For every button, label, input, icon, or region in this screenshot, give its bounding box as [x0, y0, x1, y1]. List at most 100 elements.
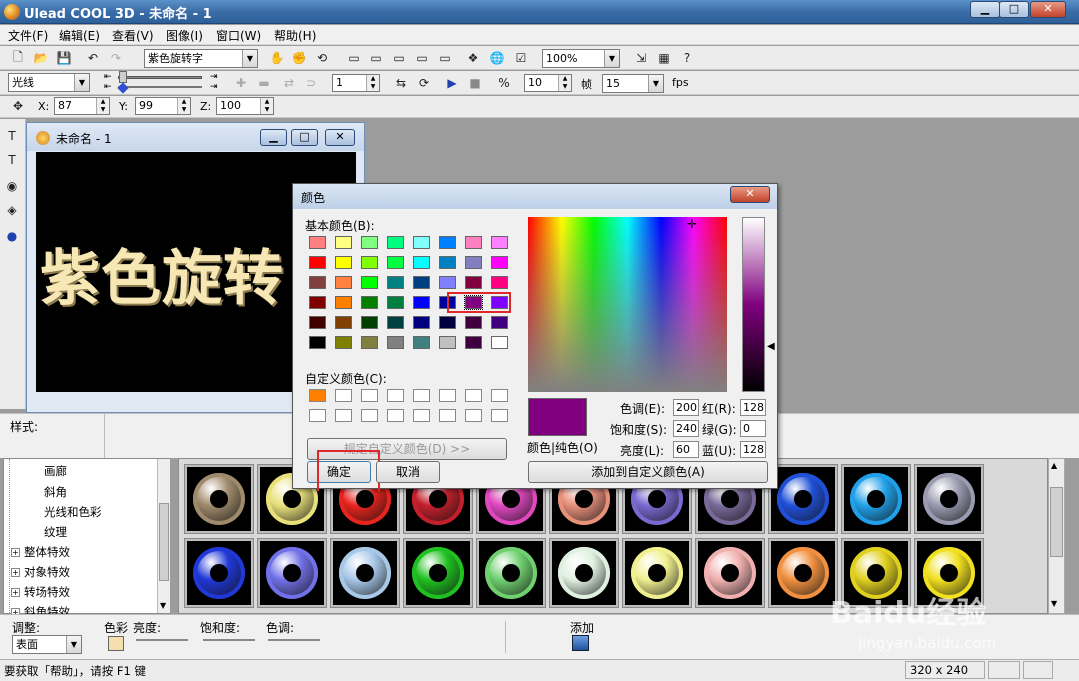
basic-color-swatch[interactable] [309, 236, 326, 249]
move-object-icon[interactable]: ✥ [9, 97, 27, 115]
basic-color-swatch[interactable] [387, 296, 404, 309]
custom-color-swatch[interactable] [361, 409, 378, 422]
export-icon[interactable]: ⇲ [632, 49, 650, 67]
save-icon[interactable]: 💾 [55, 49, 73, 67]
doc-maximize-button[interactable]: □ [291, 129, 318, 146]
basic-color-swatch[interactable] [335, 296, 352, 309]
hand-icon[interactable]: ✋ [268, 49, 286, 67]
adjust-select[interactable]: 表面 ▼ [12, 635, 82, 654]
maximize-button[interactable]: □ [999, 1, 1029, 18]
basic-color-swatch[interactable] [335, 336, 352, 349]
scroll-down-icon[interactable]: ▼ [160, 601, 166, 610]
expand-icon[interactable]: + [11, 568, 20, 577]
custom-color-swatch[interactable] [413, 409, 430, 422]
scroll-down-icon[interactable]: ▼ [1051, 599, 1057, 608]
blue-field[interactable]: 128 [740, 441, 766, 458]
basic-color-swatch[interactable] [387, 236, 404, 249]
gallery-thumbnail[interactable] [841, 464, 911, 534]
basic-color-swatch[interactable] [309, 336, 326, 349]
basic-color-swatch[interactable] [439, 316, 456, 329]
last-key-icon[interactable]: ⇥ [210, 82, 218, 92]
percent-icon[interactable]: % [495, 74, 513, 92]
insert-shape-icon[interactable]: ◉ [3, 177, 21, 195]
reverse-icon[interactable]: ⇄ [280, 74, 298, 92]
custom-color-swatch[interactable] [491, 389, 508, 402]
custom-color-swatch[interactable] [309, 409, 326, 422]
play-icon[interactable]: ▶ [443, 74, 461, 92]
basic-color-swatch[interactable] [361, 276, 378, 289]
luminance-bar[interactable] [742, 217, 765, 392]
rate-select[interactable]: 15 ▼ [602, 74, 664, 93]
basic-color-swatch[interactable] [491, 256, 508, 269]
basic-color-swatch[interactable] [465, 236, 482, 249]
tree-item-overall-effects[interactable]: + 整体特效 [11, 544, 70, 560]
custom-color-swatch[interactable] [413, 389, 430, 402]
tree-scrollbar[interactable]: ▼ [157, 459, 170, 613]
saturation-slider[interactable] [203, 639, 255, 641]
swap-icon[interactable]: ⇆ [392, 74, 410, 92]
add-key-icon[interactable]: ✚ [232, 74, 250, 92]
gallery-thumbnail[interactable] [549, 538, 619, 608]
menu-image[interactable]: 图像(I) [166, 27, 203, 44]
dialog-close-button[interactable]: ✕ [730, 186, 770, 203]
basic-color-swatch[interactable] [413, 256, 430, 269]
properties-icon[interactable]: ☑ [512, 49, 530, 67]
gallery-icon[interactable]: ▦ [655, 49, 673, 67]
custom-color-swatch[interactable] [439, 389, 456, 402]
gallery-thumbnail[interactable] [403, 538, 473, 608]
brightness-slider[interactable] [136, 639, 188, 641]
menu-help[interactable]: 帮助(H) [274, 27, 316, 44]
view-bottom-icon[interactable]: ▭ [413, 49, 431, 67]
tree-item-texture[interactable]: 纹理 [44, 524, 67, 540]
gallery-thumbnail[interactable] [330, 538, 400, 608]
text-object-select[interactable]: 紫色旋转字 ▼ [144, 49, 258, 68]
y-spinner[interactable]: 99 ▲ ▼ [135, 97, 191, 115]
view-back-icon[interactable]: ▭ [436, 49, 454, 67]
grab-icon[interactable]: ✊ [290, 49, 308, 67]
luminance-arrow-icon[interactable]: ◀ [767, 341, 775, 352]
globe-icon[interactable]: 🌐 [488, 49, 506, 67]
context-help-icon[interactable]: ? [678, 49, 696, 67]
gallery-thumbnail[interactable] [914, 464, 984, 534]
mode-select[interactable]: 光线 ▼ [8, 73, 90, 92]
basic-color-swatch[interactable] [361, 316, 378, 329]
basic-color-swatch[interactable] [439, 256, 456, 269]
basic-color-swatch[interactable] [309, 276, 326, 289]
basic-color-swatch[interactable] [491, 236, 508, 249]
insert-object-icon[interactable]: ● [3, 227, 21, 245]
custom-color-swatch[interactable] [387, 389, 404, 402]
custom-color-swatch[interactable] [465, 389, 482, 402]
redo-icon[interactable]: ↷ [107, 49, 125, 67]
basic-color-swatch[interactable] [387, 316, 404, 329]
basic-color-swatch[interactable] [465, 256, 482, 269]
zoom-select[interactable]: 100% ▼ [542, 49, 620, 68]
tree-item-object-effects[interactable]: + 对象特效 [11, 564, 70, 580]
menu-file[interactable]: 文件(F) [8, 27, 48, 44]
red-field[interactable]: 128 [740, 399, 766, 416]
sat-field[interactable]: 240 [673, 420, 699, 437]
close-button[interactable]: ✕ [1030, 1, 1066, 18]
basic-color-swatch[interactable] [361, 336, 378, 349]
timeline-thumb[interactable] [119, 71, 127, 83]
basic-color-swatch[interactable] [413, 296, 430, 309]
basic-color-swatch[interactable] [413, 336, 430, 349]
basic-color-swatch[interactable] [335, 316, 352, 329]
gallery-thumbnail[interactable] [768, 538, 838, 608]
expand-icon[interactable]: + [11, 588, 20, 597]
menu-edit[interactable]: 编辑(E) [59, 27, 100, 44]
basic-color-swatch[interactable] [335, 256, 352, 269]
menu-view[interactable]: 查看(V) [112, 27, 154, 44]
gallery-scrollbar[interactable]: ▲ ▼ [1048, 458, 1065, 614]
gallery-thumbnail[interactable] [184, 538, 254, 608]
tree-item-gallery[interactable]: 画廊 [44, 463, 67, 479]
gallery-thumbnail[interactable] [257, 538, 327, 608]
basic-color-swatch[interactable] [491, 336, 508, 349]
wizard-icon[interactable]: ❖ [464, 49, 482, 67]
basic-color-swatch[interactable] [465, 336, 482, 349]
expand-icon[interactable]: + [11, 548, 20, 557]
tree-item-transition-effects[interactable]: + 转场特效 [11, 584, 70, 600]
view-front-icon[interactable]: ▭ [345, 49, 363, 67]
insert-text-icon[interactable]: T [3, 127, 21, 145]
basic-color-swatch[interactable] [465, 276, 482, 289]
green-field[interactable]: 0 [740, 420, 766, 437]
